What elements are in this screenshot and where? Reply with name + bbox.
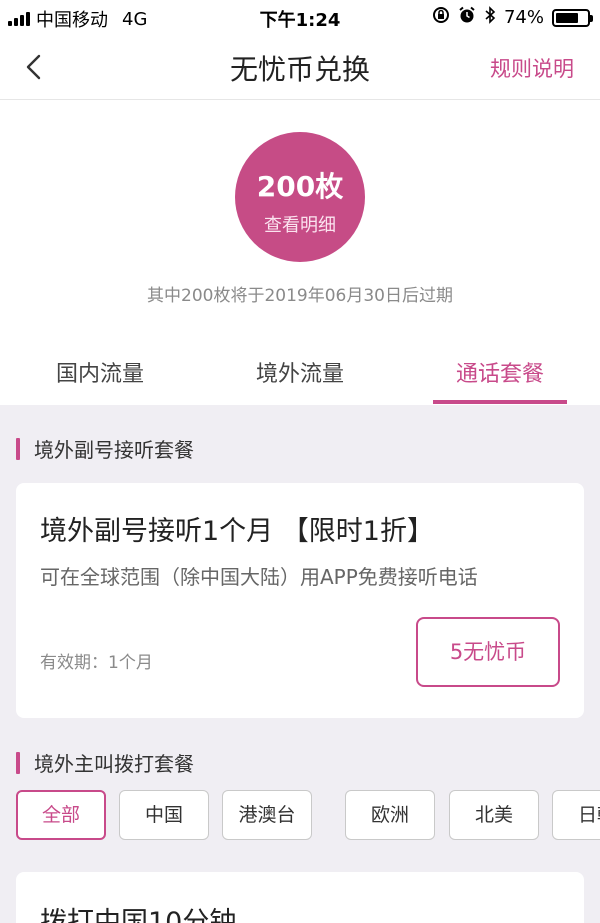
expire-note: 其中200枚将于2019年06月30日后过期 [147,286,453,306]
filter-chip-all[interactable]: 全部 [16,790,106,840]
status-bar: 中国移动 4G 下午1:24 74% [0,0,600,34]
coin-summary: 200枚 查看明细 其中200枚将于2019年06月30日后过期 国内流量 境外… [0,100,600,405]
section-accent-bar [16,751,20,774]
redeem-button[interactable]: 5无忧币 [416,617,560,687]
filter-chip-japan-korea[interactable]: 日韩 [552,790,600,840]
rotation-lock-icon [432,6,450,29]
tab-call-packages[interactable]: 通话套餐 [400,350,600,405]
package-card: 拨打中国10分钟 [16,872,584,923]
coin-count: 200枚 [256,170,344,203]
package-name: 拨打中国10分钟 [40,907,237,923]
section-title: 境外副号接听套餐 [34,438,194,462]
nav-bar: 无忧币兑换 规则说明 [0,34,600,100]
tab-domestic-data[interactable]: 国内流量 [0,350,200,405]
coin-balance-button[interactable]: 200枚 查看明细 [235,132,365,262]
category-tabs: 国内流量 境外流量 通话套餐 [0,350,600,405]
view-detail-link[interactable]: 查看明细 [235,211,365,237]
package-validity: 有效期：1个月 [40,653,153,673]
section-header-answer: 境外副号接听套餐 [16,434,194,463]
package-card: 境外副号接听1个月 【限时1折】 可在全球范围（除中国大陆）用APP免费接听电话… [16,483,584,718]
rules-link[interactable]: 规则说明 [490,53,574,83]
battery-percent: 74% [503,7,544,28]
filter-chip-china[interactable]: 中国 [119,790,209,840]
package-name: 境外副号接听1个月 【限时1折】 [40,516,434,547]
package-description: 可在全球范围（除中国大陆）用APP免费接听电话 [40,565,478,589]
section-header-outgoing: 境外主叫拨打套餐 [16,748,194,777]
section-accent-bar [16,437,20,460]
alarm-clock-icon [458,6,476,29]
filter-chip-hk-macau-taiwan[interactable]: 港澳台 [222,790,312,840]
filter-chip-north-america[interactable]: 北美 [449,790,539,840]
tab-overseas-data[interactable]: 境外流量 [200,350,400,405]
battery-icon [552,8,593,27]
filter-chip-europe[interactable]: 欧洲 [345,790,435,840]
section-title: 境外主叫拨打套餐 [34,752,194,776]
bluetooth-icon [484,6,496,29]
region-filter-bar: 全部 中国 港澳台 欧洲 北美 日韩 [16,790,600,840]
active-tab-indicator [433,400,567,404]
